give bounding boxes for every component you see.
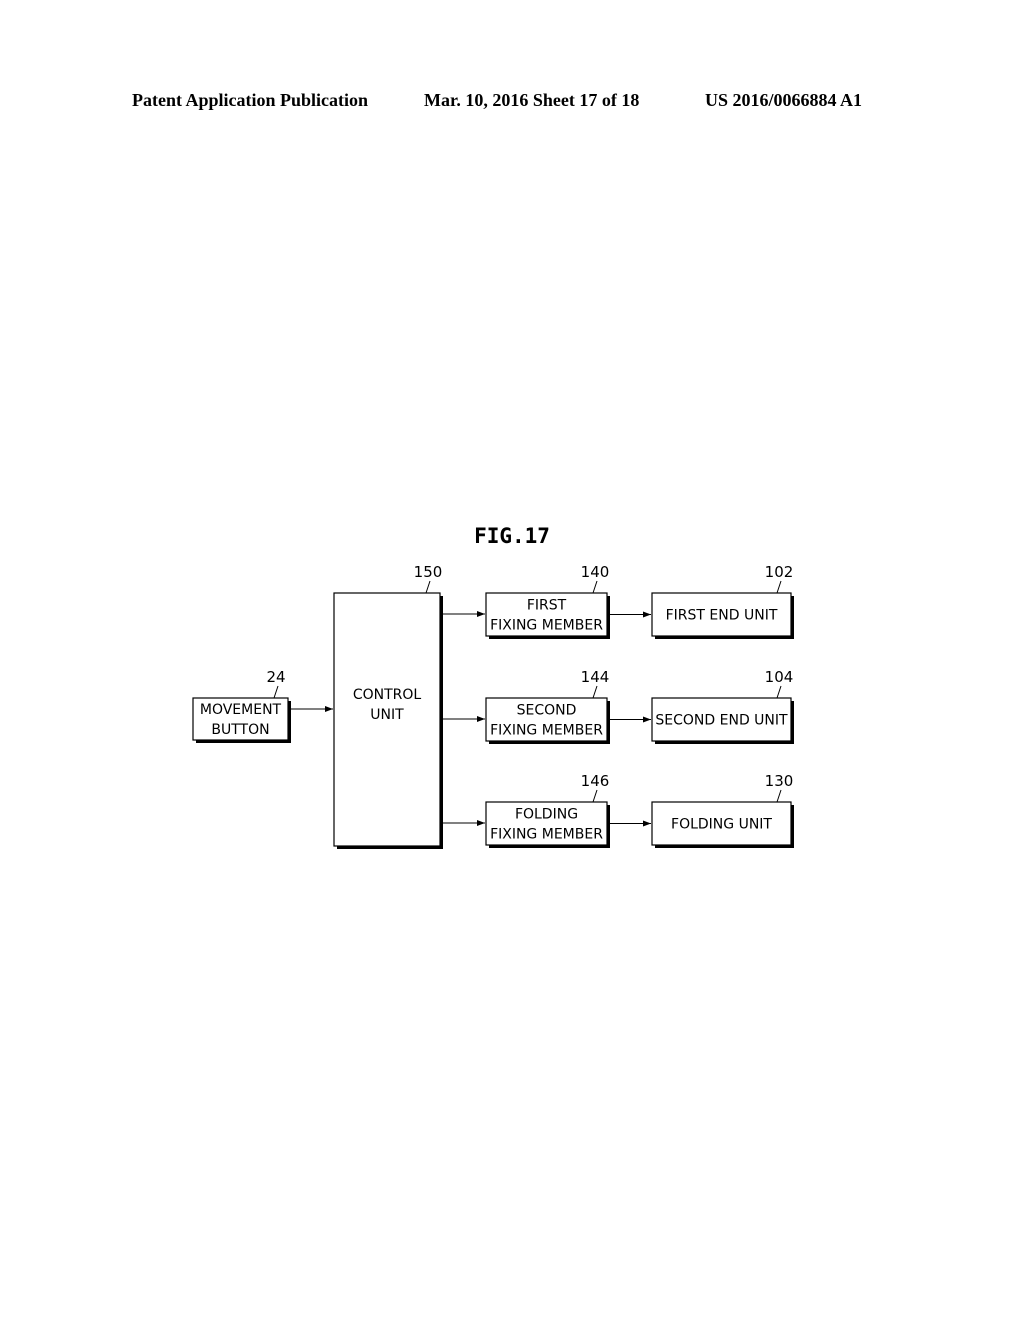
leader-line [592, 685, 598, 699]
leader-line [273, 685, 279, 699]
reference-numeral: 144 [581, 668, 610, 686]
control-unit-block: CONTROL UNIT 150 [333, 563, 443, 849]
reference-numeral: 150 [414, 563, 443, 581]
leader-line [592, 580, 598, 594]
folding-unit-block: FOLDING UNIT 130 [651, 772, 794, 848]
block-label: FIXING MEMBER [490, 618, 603, 634]
block-label: SECOND [517, 703, 577, 719]
block-label: FIXING MEMBER [490, 827, 603, 843]
second-fixing-block: SECOND FIXING MEMBER 144 [485, 668, 610, 744]
reference-numeral: 130 [765, 772, 794, 790]
block-label: SECOND END UNIT [655, 713, 788, 729]
reference-numeral: 140 [581, 563, 610, 581]
first-end-block: FIRST END UNIT 102 [651, 563, 794, 639]
leader-line [425, 580, 431, 594]
leader-line [592, 789, 598, 803]
block-diagram: MOVEMENT BUTTON 24 CONTROL UNIT 150 FIRST FIXIN… [192, 563, 794, 849]
leader-line [776, 580, 782, 594]
reference-numeral: 102 [765, 563, 794, 581]
block-label: MOVEMENT [200, 702, 282, 718]
leader-line [776, 685, 782, 699]
first-fixing-block: FIRST FIXING MEMBER 140 [485, 563, 610, 639]
folding-fixing-block: FOLDING FIXING MEMBER 146 [485, 772, 610, 848]
block-label: UNIT [370, 707, 404, 723]
reference-numeral: 24 [266, 668, 285, 686]
block-label: FIRST [527, 598, 567, 614]
reference-numeral: 146 [581, 772, 610, 790]
movement-button-block: MOVEMENT BUTTON 24 [192, 668, 291, 743]
block-label: FIRST END UNIT [666, 608, 778, 624]
second-end-block: SECOND END UNIT 104 [651, 668, 794, 744]
block-label: FOLDING [515, 807, 578, 823]
block-label: FIXING MEMBER [490, 723, 603, 739]
block-label: BUTTON [211, 722, 269, 738]
leader-line [776, 789, 782, 803]
block-label: CONTROL [353, 687, 422, 703]
reference-numeral: 104 [765, 668, 794, 686]
block-label: FOLDING UNIT [671, 817, 772, 833]
